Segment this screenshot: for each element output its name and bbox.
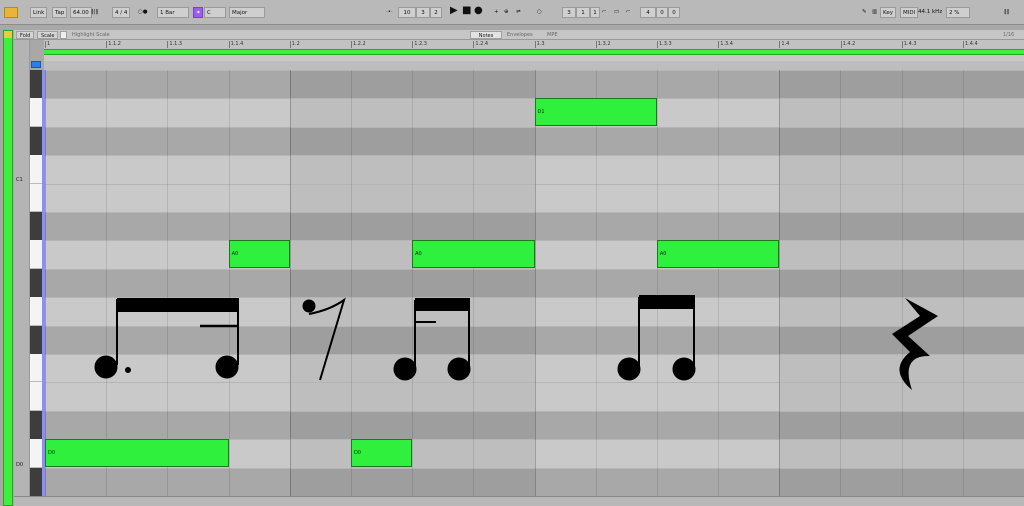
notehead-icon	[617, 357, 641, 381]
dot-icon	[125, 367, 131, 373]
bottom-scroll-bar[interactable]	[14, 496, 1024, 506]
rhythm-notation-overlay	[94, 295, 938, 390]
quarter-rest-icon	[892, 298, 938, 390]
notehead-icon	[672, 357, 696, 381]
notehead-icon	[393, 357, 417, 381]
rest-icon	[302, 299, 316, 313]
notehead-icon	[94, 355, 118, 379]
notehead-icon	[215, 355, 239, 379]
notehead-icon	[447, 357, 471, 381]
